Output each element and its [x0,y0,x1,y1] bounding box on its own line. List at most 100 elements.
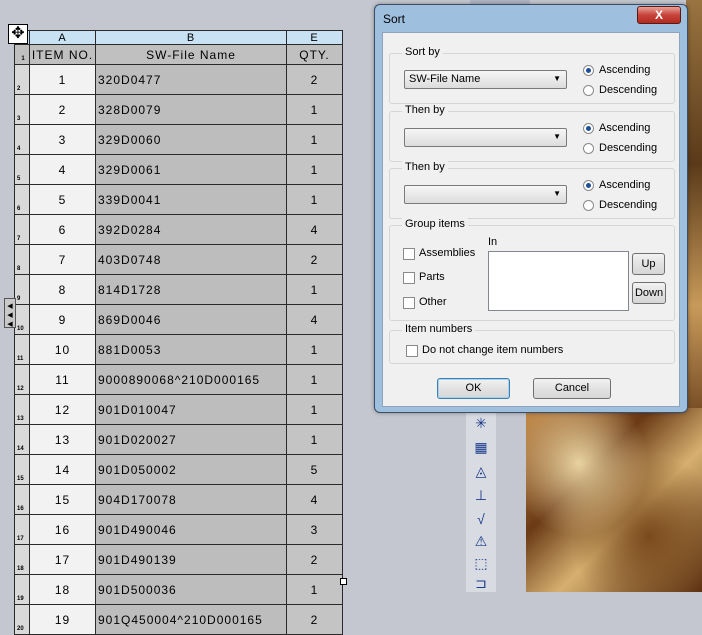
triangle-handles-icon[interactable]: ◀ ◀ ◀ [4,298,16,328]
up-button[interactable]: Up [632,253,665,275]
row-number[interactable]: 4 [14,124,30,155]
cell-qty[interactable]: 2 [286,544,343,575]
row-number[interactable]: 7 [14,214,30,245]
row-number[interactable]: 5 [14,154,30,185]
cell-file-name[interactable]: 901D490046 [95,514,287,545]
table-row[interactable]: 7 6 392D0284 4 [14,214,343,245]
cancel-button[interactable]: Cancel [533,378,611,399]
table-row[interactable]: 14 13 901D020027 1 [14,424,343,455]
cell-qty[interactable]: 1 [286,94,343,125]
cell-item-no[interactable]: 19 [29,604,96,635]
cell-qty[interactable]: 1 [286,124,343,155]
row-number[interactable]: 14 [14,424,30,455]
row-number[interactable]: 17 [14,514,30,545]
cell-item-no[interactable]: 6 [29,214,96,245]
ok-button[interactable]: OK [437,378,510,399]
cell-item-no[interactable]: 15 [29,484,96,515]
hole-callout-tool-icon[interactable]: ⊐ [472,574,490,592]
cell-file-name[interactable]: 901D490139 [95,544,287,575]
cell-file-name[interactable]: 814D1728 [95,274,287,305]
cell-item-no[interactable]: 5 [29,184,96,215]
cell-file-name[interactable]: 328D0079 [95,94,287,125]
cell-file-name[interactable]: 339D0041 [95,184,287,215]
row-number[interactable]: 19 [14,574,30,605]
cell-item-no[interactable]: 2 [29,94,96,125]
cell-item-no[interactable]: 3 [29,124,96,155]
cell-file-name[interactable]: 869D0046 [95,304,287,335]
cell-item-no[interactable]: 11 [29,364,96,395]
cell-file-name[interactable]: 329D0061 [95,154,287,185]
table-row[interactable]: 5 4 329D0061 1 [14,154,343,185]
row-number[interactable]: 6 [14,184,30,215]
cell-qty[interactable]: 4 [286,484,343,515]
header-file-name[interactable]: SW-File Name [95,44,287,65]
cell-qty[interactable]: 1 [286,394,343,425]
cell-qty[interactable]: 4 [286,214,343,245]
table-row[interactable]: 8 7 403D0748 2 [14,244,343,275]
table-row[interactable]: 6 5 339D0041 1 [14,184,343,215]
cube-tool-icon[interactable]: ⬚ [472,554,490,572]
cell-qty[interactable]: 1 [286,334,343,365]
cell-file-name[interactable]: 901D020027 [95,424,287,455]
cell-item-no[interactable]: 13 [29,424,96,455]
table-row[interactable]: 3 2 328D0079 1 [14,94,343,125]
then-by-select-1[interactable]: ▼ [404,128,567,147]
surface-finish-tool-icon[interactable]: √ [472,510,490,528]
cell-item-no[interactable]: 14 [29,454,96,485]
column-header-a[interactable]: A [29,30,96,45]
row-number[interactable]: 11 [14,334,30,365]
cell-file-name[interactable]: 9000890068^210D000165 [95,364,287,395]
row-number[interactable]: 16 [14,484,30,515]
cell-qty[interactable]: 4 [286,304,343,335]
row-number[interactable]: 18 [14,544,30,575]
table-row[interactable]: 12 11 9000890068^210D000165 1 [14,364,343,395]
cell-qty[interactable]: 1 [286,364,343,395]
row-number[interactable]: 9 [14,274,30,305]
asterisk-tool-icon[interactable]: ✳ [472,414,490,432]
cell-qty[interactable]: 5 [286,454,343,485]
cell-file-name[interactable]: 881D0053 [95,334,287,365]
cell-item-no[interactable]: 17 [29,544,96,575]
row-number[interactable]: 12 [14,364,30,395]
weld-tool-icon[interactable]: ⚠ [472,532,490,550]
row-number[interactable]: 20 [14,604,30,635]
table-row[interactable]: 10 9 869D0046 4 [14,304,343,335]
then-by-select-2[interactable]: ▼ [404,185,567,204]
cell-qty[interactable]: 1 [286,154,343,185]
row-number[interactable]: 8 [14,244,30,275]
cell-item-no[interactable]: 7 [29,244,96,275]
table-row[interactable]: 9 8 814D1728 1 [14,274,343,305]
table-row[interactable]: 20 19 901Q450004^210D000165 2 [14,604,343,635]
close-button[interactable]: X [637,6,681,24]
cell-qty[interactable]: 1 [286,184,343,215]
table-row[interactable]: 16 15 904D170078 4 [14,484,343,515]
cell-qty[interactable]: 2 [286,604,343,635]
cell-file-name[interactable]: 403D0748 [95,244,287,275]
cell-item-no[interactable]: 1 [29,64,96,95]
cell-item-no[interactable]: 12 [29,394,96,425]
table-row[interactable]: 13 12 901D010047 1 [14,394,343,425]
table-row[interactable]: 11 10 881D0053 1 [14,334,343,365]
table-row[interactable]: 19 18 901D500036 1 [14,574,343,605]
row-number[interactable]: 13 [14,394,30,425]
cell-qty[interactable]: 1 [286,424,343,455]
down-button[interactable]: Down [632,282,666,304]
sort-by-select[interactable]: SW-File Name ▼ [404,70,567,89]
table-row[interactable]: 15 14 901D050002 5 [14,454,343,485]
header-qty[interactable]: QTY. [286,44,343,65]
row-number[interactable]: 1 [14,44,30,65]
cell-file-name[interactable]: 901D010047 [95,394,287,425]
resize-handle[interactable] [340,578,347,585]
cell-item-no[interactable]: 8 [29,274,96,305]
cell-qty[interactable]: 3 [286,514,343,545]
header-item-no[interactable]: ITEM NO. [29,44,96,65]
cell-qty[interactable]: 2 [286,244,343,275]
group-list-box[interactable] [488,251,629,311]
cell-file-name[interactable]: 901D050002 [95,454,287,485]
row-number[interactable]: 10 [14,304,30,335]
cell-file-name[interactable]: 901Q450004^210D000165 [95,604,287,635]
cell-qty[interactable]: 1 [286,574,343,605]
table-row[interactable]: 18 17 901D490139 2 [14,544,343,575]
cell-file-name[interactable]: 329D0060 [95,124,287,155]
table-row[interactable]: 4 3 329D0060 1 [14,124,343,155]
